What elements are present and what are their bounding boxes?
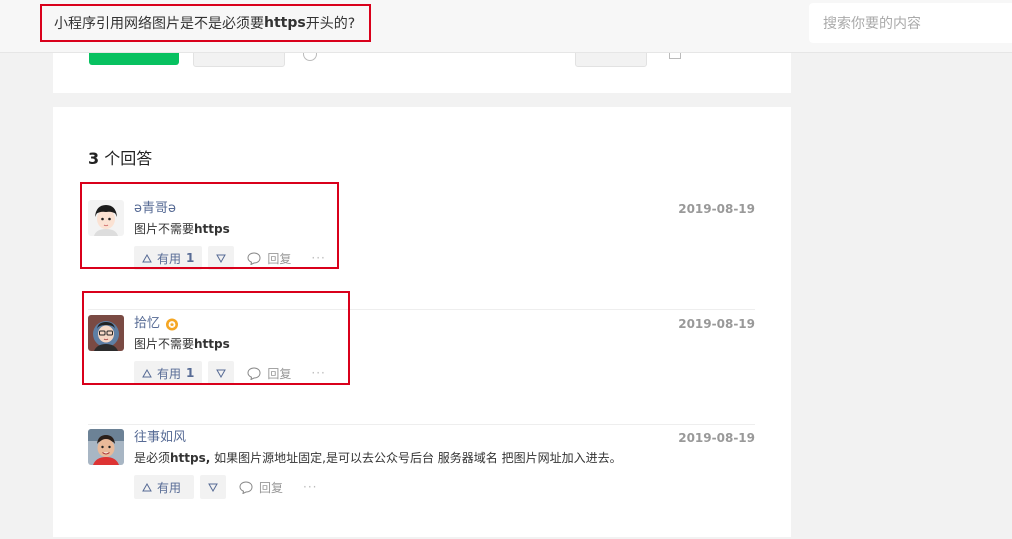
answer-item: ə青哥ə 2019-08-19 图片不需要https 有用 1 回复 ··· [88,200,755,310]
reply-button[interactable]: 回复 [247,250,291,267]
answer-date: 2019-08-19 [678,431,755,445]
answer-author[interactable]: 拾忆 [134,315,179,333]
comment-icon [247,366,261,380]
answer-text-prefix: 图片不需要 [134,337,195,351]
question-title-suffix: 开头的? [305,16,356,32]
reply-button[interactable]: 回复 [239,479,283,496]
answer-text: 是必须https, 如果图片源地址固定,是可以去公众号后台 服务器域名 把图片网… [134,449,622,467]
answer-text-prefix: 是必须 [134,451,171,465]
triangle-down-icon [208,483,218,492]
useful-button[interactable]: 有用 [134,475,195,499]
more-icon[interactable]: ··· [311,251,325,265]
comment-icon [247,251,261,265]
useful-button[interactable]: 有用 1 [134,361,203,385]
comment-icon [239,480,253,494]
useful-label: 有用 [157,251,182,266]
more-icon[interactable]: ··· [311,366,325,380]
useful-button[interactable]: 有用 1 [134,246,203,270]
answer-actions: 有用 1 回复 ··· [134,246,326,270]
avatar[interactable] [88,429,124,465]
follow-button[interactable] [89,53,179,65]
triangle-up-icon [142,482,152,491]
answer-count: 3 个回答 [88,145,152,169]
answer-date: 2019-08-19 [678,202,755,216]
answers-card: 3 个回答 ə青哥ə 2019-08-19 图片不需要https 有用 1 回复… [53,107,791,537]
not-useful-button[interactable] [208,361,235,385]
answer-text: 图片不需要https [134,220,230,238]
divider [88,424,755,425]
medal-badge-icon [166,318,179,331]
reply-label: 回复 [259,480,284,495]
avatar[interactable] [88,315,124,351]
search-input[interactable]: 搜索你要的内容 [809,3,1012,43]
more-icon[interactable]: ··· [303,480,317,494]
question-title-prefix: 小程序引用网络图片是不是必须要 [54,16,264,32]
answer-author[interactable]: 往事如风 [134,429,186,447]
triangle-up-icon [142,253,152,262]
answer-date: 2019-08-19 [678,317,755,331]
answer-text: 图片不需要https [134,335,230,353]
answer-text-suffix: 如果图片源地址固定,是可以去公众号后台 服务器域名 把图片网址加入进去。 [210,451,622,465]
not-useful-button[interactable] [208,246,235,270]
question-title: 小程序引用网络图片是不是必须要 https 开头的? [40,4,371,42]
answer-count-label: 个回答 [104,149,153,168]
divider [88,309,755,310]
question-actions-card [53,53,791,93]
answer-actions: 有用 1 回复 ··· [134,361,326,385]
reply-label: 回复 [267,251,292,266]
answer-text-bold: https, [170,451,211,465]
answer-author-name: ə青哥ə [134,201,176,216]
not-useful-button[interactable] [200,475,227,499]
answer-count-number: 3 [88,149,100,168]
useful-count: 1 [186,251,195,265]
answer-author[interactable]: ə青哥ə [134,200,176,218]
answer-text-bold: https [194,222,230,236]
reply-label: 回复 [267,366,292,381]
favorite-button[interactable] [575,53,647,67]
answer-item: 拾忆 2019-08-19 图片不需要https 有用 1 回复 ··· [88,315,755,425]
search-placeholder: 搜索你要的内容 [823,16,921,32]
avatar[interactable] [88,200,124,236]
reply-button[interactable]: 回复 [247,365,291,382]
triangle-up-icon [142,368,152,377]
answer-item: 往事如风 2019-08-19 是必须https, 如果图片源地址固定,是可以去… [88,429,755,539]
invite-icon[interactable] [303,53,317,61]
answer-author-name: 拾忆 [134,316,161,331]
answer-actions: 有用 回复 ··· [134,475,317,499]
useful-label: 有用 [157,480,182,495]
answer-text-prefix: 图片不需要 [134,222,195,236]
triangle-down-icon [216,369,227,378]
answer-button[interactable] [193,53,285,67]
answer-author-name: 往事如风 [134,430,187,445]
useful-label: 有用 [157,366,182,381]
share-icon[interactable] [669,53,681,59]
top-bar: 小程序引用网络图片是不是必须要 https 开头的? 搜索你要的内容 [0,0,1012,53]
useful-count: 1 [186,366,195,380]
question-title-bold: https [264,15,306,31]
answer-text-bold: https [194,337,230,351]
triangle-down-icon [216,254,227,263]
